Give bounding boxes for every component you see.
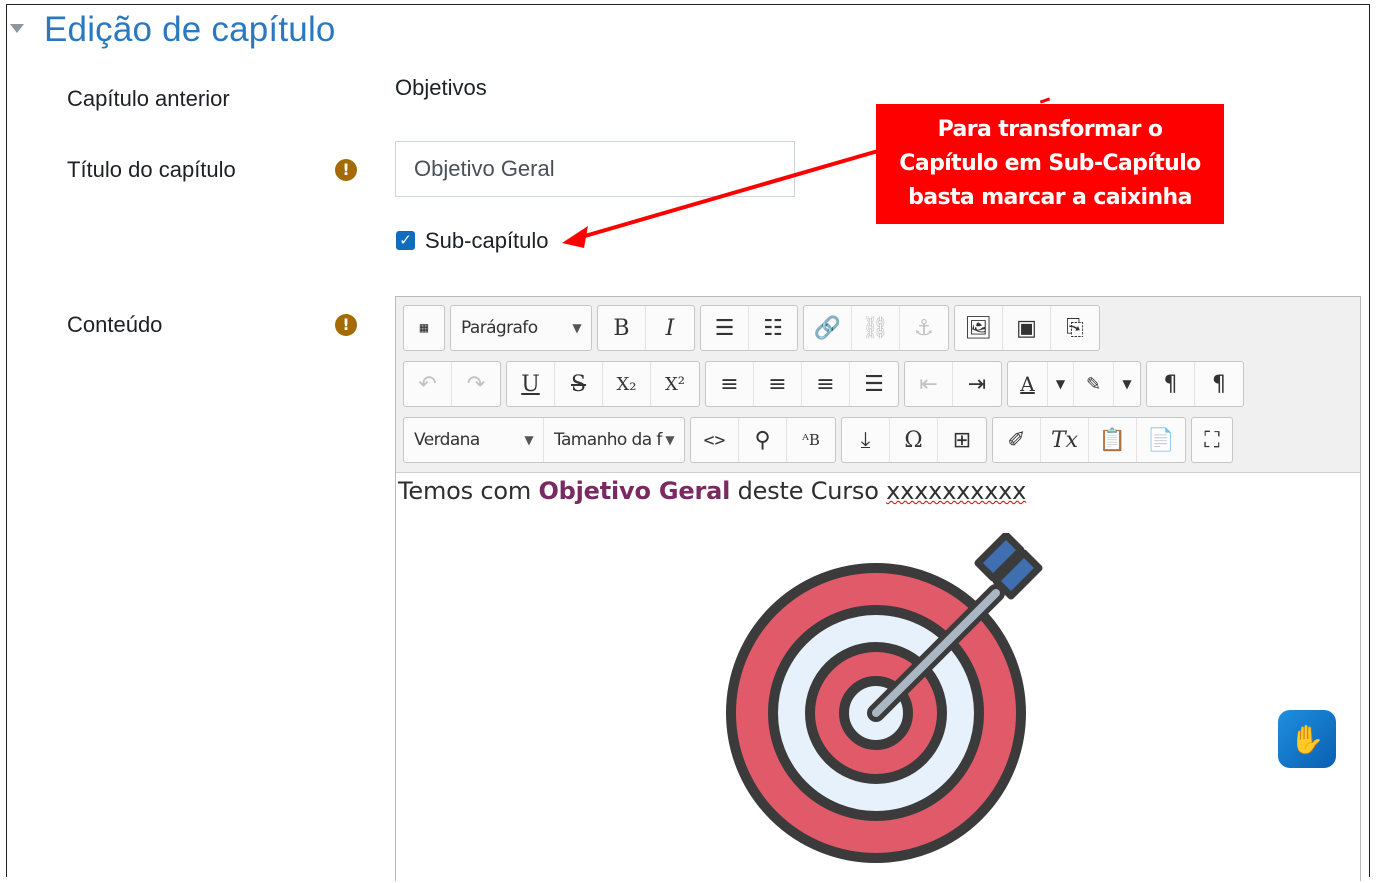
unlink-icon[interactable]: ⛓ <box>852 306 900 350</box>
manage-files-icon[interactable]: ⎘ <box>1051 306 1099 350</box>
previous-chapter-label: Capítulo anterior <box>67 86 230 111</box>
char-map-alpha-icon[interactable]: ᴬB <box>787 418 835 462</box>
link-icon[interactable]: 🔗 <box>804 306 852 350</box>
required-icon: ! <box>335 314 357 336</box>
numbered-list-icon[interactable]: ☷ <box>749 306 797 350</box>
annotation-callout: Para transformar o Capítulo em Sub-Capít… <box>876 104 1224 224</box>
required-icon: ! <box>335 159 357 181</box>
content-label: Conteúdo <box>67 312 163 337</box>
section-title[interactable]: Edição de capítulo <box>44 10 336 50</box>
paragraph-format-select[interactable]: Parágrafo ▼ <box>451 306 591 350</box>
clear-format-brush-icon[interactable]: ✐ <box>993 418 1041 462</box>
accessibility-vlibras-button[interactable]: ✋ <box>1278 710 1336 768</box>
callout-line: Para transformar o <box>937 117 1163 142</box>
rtl-direction-icon[interactable]: ¶ <box>1195 362 1243 406</box>
text-run: deste Curso <box>730 477 887 505</box>
redo-icon[interactable]: ↷ <box>452 362 500 406</box>
subchapter-checkbox[interactable]: ✓ <box>396 231 415 250</box>
editor-paragraph[interactable]: Temos com Objetivo Geral deste Curso xxx… <box>398 477 1026 505</box>
font-size-select[interactable]: Tamanho da f ▼ <box>544 418 684 462</box>
rich-text-editor: ▦ Parágrafo ▼ B I ☰ ☷ 🔗 ⛓ ⚓ 🖼 ▣ ⎘ ↶ ↷ U … <box>395 296 1361 883</box>
media-icon[interactable]: ▣ <box>1003 306 1051 350</box>
previous-chapter-value: Objetivos <box>395 75 487 100</box>
paragraph-format-value: Parágrafo <box>461 318 538 338</box>
image-icon[interactable]: 🖼 <box>955 306 1003 350</box>
html-code-icon[interactable]: <> <box>691 418 739 462</box>
undo-icon[interactable]: ↶ <box>404 362 452 406</box>
paste-word-icon[interactable]: 📄 <box>1137 418 1185 462</box>
callout-line: basta marcar a caixinha <box>908 185 1192 210</box>
italic-button[interactable]: I <box>646 306 694 350</box>
collapse-caret-icon[interactable] <box>10 24 24 33</box>
chevron-down-icon: ▼ <box>572 321 581 335</box>
align-left-icon[interactable]: ≡ <box>706 362 754 406</box>
font-family-select[interactable]: Verdana ▼ <box>404 418 544 462</box>
subchapter-label[interactable]: Sub-capítulo <box>425 228 549 254</box>
hands-icon: ✋ <box>1289 722 1325 756</box>
find-replace-icon[interactable]: ⚲ <box>739 418 787 462</box>
superscript-icon[interactable]: X² <box>651 362 699 406</box>
underline-button[interactable]: U <box>507 362 555 406</box>
chapter-title-input[interactable]: Objetivo Geral <box>395 141 795 197</box>
special-char-icon[interactable]: Ω <box>890 418 938 462</box>
outdent-icon[interactable]: ⇤ <box>905 362 953 406</box>
align-right-icon[interactable]: ≡ <box>802 362 850 406</box>
editor-content[interactable]: Temos com Objetivo Geral deste Curso xxx… <box>396 472 1360 883</box>
fullscreen-icon[interactable]: ⛶ <box>1192 418 1232 462</box>
font-family-value: Verdana <box>414 430 480 450</box>
callout-line: Capítulo em Sub-Capítulo <box>899 151 1201 176</box>
bullet-list-icon[interactable]: ☰ <box>701 306 749 350</box>
toolbar-toggle-icon[interactable]: ▦ <box>404 306 444 350</box>
chevron-down-icon: ▼ <box>665 433 674 447</box>
target-image <box>726 533 1043 863</box>
insert-anchor-icon[interactable]: ⤓ <box>842 418 890 462</box>
table-icon[interactable]: ⊞ <box>938 418 986 462</box>
chapter-title-label: Título do capítulo <box>67 157 236 182</box>
align-center-icon[interactable]: ≡ <box>754 362 802 406</box>
background-color-icon[interactable]: ✎ <box>1074 362 1114 406</box>
ltr-direction-icon[interactable]: ¶ <box>1147 362 1195 406</box>
misspelled-text-run: xxxxxxxxxx <box>886 477 1027 505</box>
editor-toolbar: ▦ Parágrafo ▼ B I ☰ ☷ 🔗 ⛓ ⚓ 🖼 ▣ ⎘ ↶ ↷ U … <box>396 297 1360 472</box>
strikethrough-button[interactable]: S <box>555 362 603 406</box>
anchor-icon[interactable]: ⚓ <box>900 306 948 350</box>
subscript-icon[interactable]: X₂ <box>603 362 651 406</box>
bold-button[interactable]: B <box>598 306 646 350</box>
paste-text-icon[interactable]: 📋 <box>1089 418 1137 462</box>
align-justify-icon[interactable]: ☰ <box>850 362 898 406</box>
text-run: Temos com <box>398 477 539 505</box>
bold-text-run: Objetivo Geral <box>538 477 731 505</box>
chevron-down-icon[interactable]: ▼ <box>1048 362 1074 406</box>
font-size-value: Tamanho da f <box>554 430 662 450</box>
chevron-down-icon: ▼ <box>524 433 533 447</box>
chevron-down-icon[interactable]: ▼ <box>1114 362 1140 406</box>
text-color-icon[interactable]: A <box>1008 362 1048 406</box>
clear-formatting-icon[interactable]: Tx <box>1041 418 1089 462</box>
indent-icon[interactable]: ⇥ <box>953 362 1001 406</box>
